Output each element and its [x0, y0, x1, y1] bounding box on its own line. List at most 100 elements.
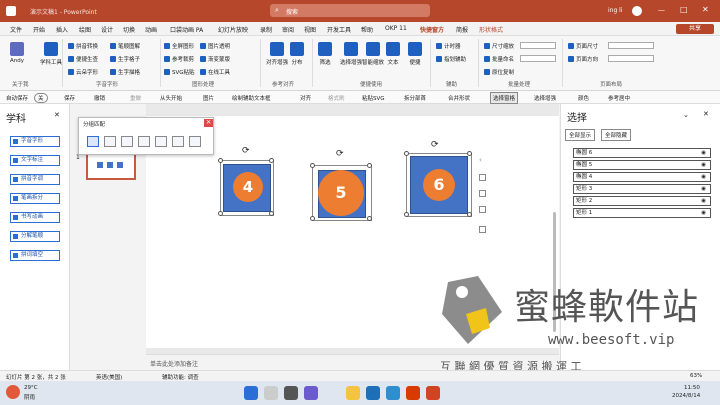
menu-shape-format[interactable]: 形状格式	[479, 25, 503, 34]
close-icon[interactable]: ✕	[703, 110, 709, 118]
maximize-button[interactable]: □	[680, 5, 688, 14]
menu-draw[interactable]: 绘图	[79, 25, 91, 34]
menu-briefing[interactable]: 简报	[456, 25, 468, 34]
resize-handle[interactable]	[367, 163, 372, 168]
smart-scale-button[interactable]: 智能缩放	[362, 42, 384, 66]
in-place-copy-button[interactable]: 原位复制	[484, 68, 514, 76]
distribute-icon[interactable]	[479, 206, 486, 213]
language[interactable]: 英语(美国)	[96, 373, 122, 381]
taskview-icon[interactable]	[284, 386, 298, 400]
menu-record[interactable]: 录制	[260, 25, 272, 34]
resize-handle[interactable]	[404, 212, 409, 217]
pane-close-icon[interactable]: ✕	[54, 111, 60, 119]
chevron-down-icon[interactable]: ⌄	[683, 111, 689, 119]
save-button[interactable]: 保存	[64, 94, 75, 102]
share-button[interactable]: 共享	[676, 24, 714, 34]
image-transparency-button[interactable]: 图片透明	[200, 42, 230, 50]
menu-review[interactable]: 审阅	[282, 25, 294, 34]
page-orientation-select[interactable]	[608, 55, 654, 62]
eye-icon[interactable]: ◉	[701, 209, 706, 217]
timer-button[interactable]: 计时器	[436, 42, 461, 50]
filter-button[interactable]: 筛选	[318, 42, 332, 66]
match-option-6-icon[interactable]	[172, 136, 184, 147]
office-icon[interactable]	[406, 386, 420, 400]
edge-icon[interactable]	[386, 386, 400, 400]
minimize-button[interactable]: —	[658, 6, 665, 14]
match-option-1-icon[interactable]	[87, 136, 99, 147]
undo-button[interactable]: 撤销	[94, 94, 105, 102]
circle-4[interactable]: 4	[233, 172, 263, 202]
resize-handle[interactable]	[218, 211, 223, 216]
size-scale-input[interactable]	[520, 42, 556, 49]
menu-animations[interactable]: 动画	[145, 25, 157, 34]
eye-icon[interactable]: ◉	[701, 185, 706, 193]
resize-handle[interactable]	[367, 216, 372, 221]
crop-icon[interactable]	[479, 226, 486, 233]
writing-animation-button[interactable]: 书写动画	[10, 212, 60, 223]
search-icon[interactable]	[264, 386, 278, 400]
pinyin-tone-button[interactable]: 拼音字调	[10, 174, 60, 185]
ref-crop-button[interactable]: 参考裁剪	[164, 55, 194, 63]
char-sound-button[interactable]: 字音字形	[10, 136, 60, 147]
layer-item[interactable]: 矩形 3 ◉	[573, 184, 711, 194]
page-size-button[interactable]: 页面尺寸	[568, 42, 598, 50]
menu-view[interactable]: 视图	[304, 25, 316, 34]
avatar[interactable]	[632, 6, 642, 16]
layer-item[interactable]: 椭圆 4 ◉	[573, 172, 711, 182]
weather-icon[interactable]	[6, 385, 20, 399]
format-painter-button[interactable]: 格式刷	[328, 94, 345, 102]
svg-paste-button[interactable]: SVG粘贴	[164, 68, 195, 76]
match-option-4-icon[interactable]	[138, 136, 150, 147]
popup-close-button[interactable]: ×	[204, 119, 213, 127]
menu-slideshow[interactable]: 幻灯片放映	[218, 25, 248, 34]
resize-handle[interactable]	[404, 151, 409, 156]
word-fill-button[interactable]: 拼词填空	[10, 250, 60, 261]
learn-tools-button[interactable]: 学科工具	[40, 42, 62, 66]
pinyin-convert-button[interactable]: 拼音转换	[68, 42, 98, 50]
split-radical-button[interactable]: 拆分部首	[404, 94, 426, 102]
search-input[interactable]: ⌕ 搜索	[270, 4, 430, 17]
collapse-icon[interactable]: ‹	[479, 156, 482, 164]
redo-button[interactable]: 重做	[130, 94, 141, 102]
menu-pocket-animation[interactable]: 口袋动画 PA	[170, 25, 203, 34]
about-andy-button[interactable]: Andy	[10, 42, 24, 64]
close-button[interactable]: ✕	[702, 5, 709, 14]
menu-quick-tools[interactable]: 快捷窗方	[420, 25, 444, 34]
distribute-button[interactable]: 分布	[290, 42, 304, 66]
align-center-icon[interactable]	[479, 190, 486, 197]
stroke-split-button[interactable]: 笔画拆分	[10, 193, 60, 204]
store-icon[interactable]	[366, 386, 380, 400]
rotate-handle-icon[interactable]: ⟳	[431, 140, 439, 150]
resize-handle[interactable]	[467, 212, 472, 217]
align-enhance-button[interactable]: 对齐增强	[266, 42, 288, 66]
layer-item[interactable]: 椭圆 5 ◉	[573, 160, 711, 170]
resize-handle[interactable]	[269, 158, 274, 163]
explorer-icon[interactable]	[346, 386, 360, 400]
char-lookup-button[interactable]: 便捷生查	[68, 55, 98, 63]
eye-icon[interactable]: ◉	[701, 149, 706, 157]
menu-design[interactable]: 设计	[101, 25, 113, 34]
match-option-7-icon[interactable]	[189, 136, 201, 147]
align-button[interactable]: 对齐	[300, 94, 311, 102]
widgets-icon[interactable]	[304, 386, 318, 400]
eye-icon[interactable]: ◉	[701, 197, 706, 205]
paste-svg-button[interactable]: 粘贴SVG	[362, 94, 385, 102]
autosave-toggle[interactable]: 关	[34, 93, 48, 103]
char-trace-button[interactable]: 生字描格	[110, 68, 140, 76]
align-left-icon[interactable]	[479, 174, 486, 181]
accessibility-status[interactable]: 辅助功能: 调查	[162, 373, 199, 381]
resize-handle[interactable]	[218, 158, 223, 163]
eye-icon[interactable]: ◉	[701, 161, 706, 169]
match-option-3-icon[interactable]	[121, 136, 133, 147]
start-icon[interactable]	[244, 386, 258, 400]
match-option-2-icon[interactable]	[104, 136, 116, 147]
menu-help[interactable]: 帮助	[361, 25, 373, 34]
hide-all-button[interactable]: 全部隐藏	[601, 129, 632, 141]
menu-transitions[interactable]: 切换	[123, 25, 135, 34]
resize-handle[interactable]	[269, 211, 274, 216]
selection-pane-button[interactable]: 选择窗格	[490, 92, 519, 104]
match-option-5-icon[interactable]	[155, 136, 167, 147]
menu-insert[interactable]: 插入	[56, 25, 68, 34]
batch-rename-button[interactable]: 批量命名	[484, 55, 514, 63]
resize-handle[interactable]	[467, 151, 472, 156]
